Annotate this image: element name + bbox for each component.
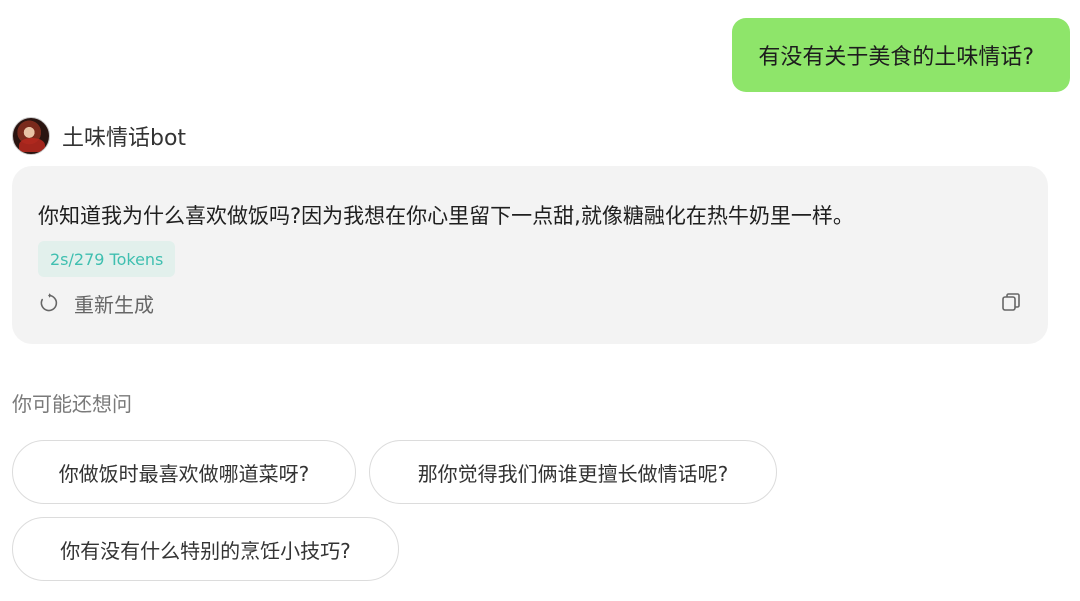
user-message-bubble: 有没有关于美食的土味情话? bbox=[732, 18, 1070, 92]
user-message-text: 有没有关于美食的土味情话? bbox=[758, 45, 1034, 70]
bot-name: 土味情话bot bbox=[62, 126, 187, 151]
token-info-text: 2s/279 Tokens bbox=[50, 249, 164, 269]
regenerate-button[interactable]: 重新生成 bbox=[38, 289, 154, 317]
copy-button[interactable] bbox=[1000, 291, 1022, 313]
copy-icon bbox=[1000, 293, 1022, 317]
bot-header: 土味情话bot bbox=[12, 117, 186, 155]
suggestion-text: 你有没有什么特别的烹饪小技巧? bbox=[60, 538, 351, 563]
suggestion-text: 你做饭时最喜欢做哪道菜呀? bbox=[58, 461, 310, 486]
bot-reply-card: 你知道我为什么喜欢做饭吗?因为我想在你心里留下一点甜,就像糖融化在热牛奶里一样。… bbox=[12, 166, 1048, 344]
suggestion-text: 那你觉得我们俩谁更擅长做情话呢? bbox=[417, 461, 729, 486]
suggestion-chip[interactable]: 你做饭时最喜欢做哪道菜呀? bbox=[12, 440, 356, 504]
chat-page: 有没有关于美食的土味情话? 土味情话bot 你知道我为什么喜欢做饭吗?因为我想在… bbox=[0, 0, 1080, 601]
regenerate-label: 重新生成 bbox=[74, 292, 154, 317]
bot-reply-text: 你知道我为什么喜欢做饭吗?因为我想在你心里留下一点甜,就像糖融化在热牛奶里一样。 bbox=[38, 204, 854, 228]
refresh-icon bbox=[38, 292, 60, 314]
token-info-badge: 2s/279 Tokens bbox=[38, 241, 176, 277]
suggestion-chip[interactable]: 你有没有什么特别的烹饪小技巧? bbox=[12, 517, 399, 581]
suggestions-title: 你可能还想问 bbox=[12, 392, 132, 416]
bot-avatar[interactable] bbox=[12, 117, 50, 155]
suggestion-chip[interactable]: 那你觉得我们俩谁更擅长做情话呢? bbox=[369, 440, 777, 504]
